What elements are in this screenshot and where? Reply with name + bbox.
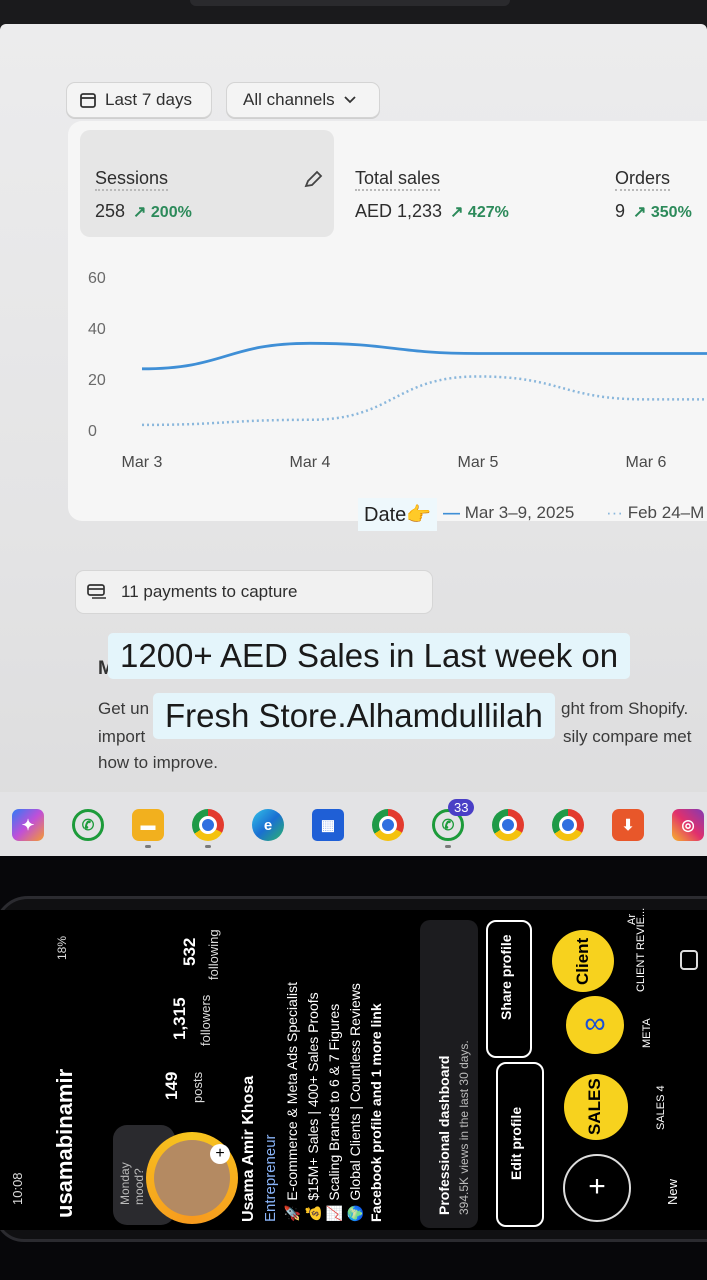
archive-icon[interactable] xyxy=(680,950,698,970)
profile-category: Entrepreneur xyxy=(262,1134,279,1222)
edge-icon[interactable]: e xyxy=(252,809,284,841)
legend-previous: ··· Feb 24–M xyxy=(606,503,707,523)
chrome-icon[interactable] xyxy=(552,809,584,841)
phone-battery: 18% xyxy=(55,935,69,960)
payments-icon xyxy=(87,584,106,599)
metric-delta: 200% xyxy=(150,204,192,221)
new-highlight-button[interactable]: + xyxy=(563,1154,631,1222)
body-line2-left: import xyxy=(98,727,146,746)
metric-value: 258 xyxy=(95,201,126,221)
y-tick-label: 0 xyxy=(88,423,97,440)
x-tick-label: Mar 4 xyxy=(290,454,331,471)
legend-current: — Mar 3–9, 2025 xyxy=(443,503,574,523)
body-line3: how to improve. xyxy=(98,753,218,772)
x-tick-label: Mar 6 xyxy=(626,454,667,471)
metric-total-sales[interactable]: Total sales AED 1,233 ↗ 427% xyxy=(355,168,509,222)
store-icon[interactable]: ▦ xyxy=(312,809,344,841)
instagram-icon[interactable]: ◎ xyxy=(672,809,704,841)
metric-label: Total sales xyxy=(355,168,441,191)
previous-period-line xyxy=(141,375,707,427)
profile-username[interactable]: usamabinamir xyxy=(52,1069,78,1218)
metric-orders[interactable]: Orders 9 ↗ 350% xyxy=(615,168,707,222)
highlight-label-new: New xyxy=(665,1178,680,1205)
share-profile-label: Share profile xyxy=(498,934,514,1020)
webcam-notch xyxy=(190,0,510,6)
chrome-icon[interactable] xyxy=(192,809,224,841)
notification-badge: 33 xyxy=(448,799,475,816)
body-line1-left: Get un xyxy=(98,699,150,718)
metric-sessions: Sessions 258 ↗ 200% xyxy=(95,168,192,221)
date-range-label: Last 7 days xyxy=(105,90,192,109)
stat-followers-value[interactable]: 1,315 xyxy=(170,997,190,1040)
running-indicator xyxy=(445,845,451,848)
highlight-label-sales: SALES 4 xyxy=(655,1085,667,1130)
overlay-caption-line2: Fresh Store.Alhamdullilah xyxy=(153,693,555,739)
bio-line-2: 💰 $15M+ Sales | 400+ Sales Proofs xyxy=(305,992,321,1222)
channel-filter-dropdown[interactable]: All channels xyxy=(226,82,380,118)
legend-current-label: Mar 3–9, 2025 xyxy=(464,503,575,522)
chrome-icon[interactable] xyxy=(492,809,524,841)
solid-line-swatch: — xyxy=(443,503,460,522)
profile-name: Usama Amir Khosa xyxy=(240,1075,257,1222)
dashboard-title: Professional dashboard xyxy=(436,1055,452,1215)
whatsapp-icon[interactable]: ✆ xyxy=(72,809,104,841)
x-tick-label: Mar 5 xyxy=(458,454,499,471)
current-period-line xyxy=(141,341,707,371)
body-line2-right: sily compare met xyxy=(563,727,692,746)
metric-label: Orders xyxy=(615,168,671,191)
bio-line-3: 📈 Scaling Brands to 6 & 7 Figures xyxy=(326,1003,342,1222)
y-tick-label: 20 xyxy=(88,372,106,389)
phone-status-time: 10:08 xyxy=(10,1172,25,1205)
channel-filter-label: All channels xyxy=(243,90,335,109)
y-tick-label: 60 xyxy=(88,270,106,287)
metric-value: 9 xyxy=(615,201,626,221)
y-tick-label: 40 xyxy=(88,321,106,338)
taskbar-icons: ✦ ✆ ▬ e ▦ ✆ 33 ⬇ ◎ xyxy=(10,799,707,848)
chrome-profile-icon[interactable] xyxy=(372,809,404,841)
metric-delta: 350% xyxy=(650,204,692,221)
legend-previous-label: Feb 24–M xyxy=(627,503,705,522)
metric-delta: 427% xyxy=(467,204,509,221)
body-line1-right: ght from Shopify. xyxy=(561,699,689,718)
x-tick-label: Mar 3 xyxy=(122,454,163,471)
file-explorer-icon[interactable]: ▬ xyxy=(132,809,164,841)
stat-followers-label[interactable]: followers xyxy=(198,995,213,1046)
highlight-sales-text: SALES xyxy=(585,1078,604,1135)
sessions-line-chart: 60 40 20 0 Mar 3 Mar 4 Mar 5 Mar 6 xyxy=(88,270,707,471)
download-icon[interactable]: ⬇ xyxy=(612,809,644,841)
date-range-button[interactable]: Last 7 days xyxy=(66,82,212,118)
chevron-down-icon xyxy=(344,96,356,104)
payments-to-capture-banner[interactable]: 11 payments to capture xyxy=(75,570,433,614)
stat-following-label[interactable]: following xyxy=(206,929,221,980)
legend-date-label: Date👉 xyxy=(358,498,438,531)
highlight-client-text: Client xyxy=(573,937,592,985)
metric-value: AED 1,233 xyxy=(355,201,443,221)
highlight-label-meta: META xyxy=(641,1018,653,1048)
running-indicator xyxy=(205,845,211,848)
calendar-icon xyxy=(80,93,96,108)
dotted-line-swatch: ··· xyxy=(606,503,623,522)
bio-links[interactable]: Facebook profile and 1 more link xyxy=(368,1003,384,1222)
stat-posts-value: 149 xyxy=(162,1071,181,1100)
highlight-meta[interactable]: ∞ xyxy=(566,996,624,1054)
bio-line-4: 🌍 Global Clients | Countless Reviews xyxy=(347,983,363,1222)
dashboard-subtitle: 394.5K views in the last 30 days. xyxy=(457,1040,471,1215)
edit-pencil-icon[interactable] xyxy=(301,168,325,192)
running-indicator xyxy=(145,845,151,848)
overlay-caption-line1: 1200+ AED Sales in Last week on xyxy=(108,633,631,679)
stat-posts-label: posts xyxy=(190,1071,205,1103)
note-bubble-text: Monday mood? xyxy=(118,1162,146,1205)
highlight-label-ar: Ar xyxy=(626,914,638,925)
edit-profile-label: Edit profile xyxy=(508,1106,524,1180)
payments-label: 11 payments to capture xyxy=(121,582,298,601)
add-story-icon[interactable]: + xyxy=(210,1144,230,1164)
bio-line-1: 🚀 E-commerce & Meta Ads Specialist xyxy=(284,982,300,1222)
stat-following-value[interactable]: 532 xyxy=(180,938,200,966)
copilot-icon[interactable]: ✦ xyxy=(12,809,44,841)
metric-label: Sessions xyxy=(95,168,169,191)
